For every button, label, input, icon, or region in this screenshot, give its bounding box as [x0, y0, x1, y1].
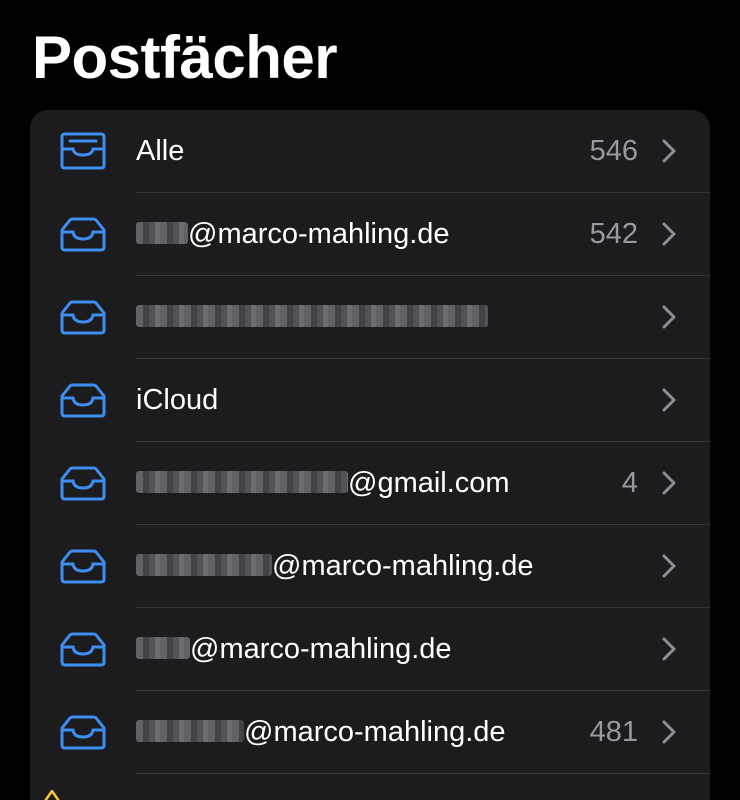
mailbox-label: Alle — [136, 135, 185, 167]
mailbox-domain: @gmail.com — [348, 467, 510, 499]
unread-count: 4 — [621, 467, 638, 499]
mailbox-row-account[interactable]: @marco-mahling.de 481 — [30, 691, 710, 774]
mailbox-domain: @marco-mahling.de — [188, 218, 450, 250]
mailbox-label — [136, 276, 488, 359]
inbox-tray-icon — [58, 712, 108, 752]
chevron-right-icon — [662, 554, 676, 578]
row-separator — [136, 773, 710, 774]
mailbox-row-all[interactable]: Alle 546 — [30, 110, 710, 193]
inbox-tray-icon — [58, 546, 108, 586]
mailbox-label: @marco-mahling.de — [136, 608, 452, 691]
mailbox-domain: @marco-mahling.de — [272, 550, 534, 582]
mailbox-row-account[interactable]: @marco-mahling.de — [30, 608, 710, 691]
chevron-right-icon — [662, 139, 676, 163]
mailbox-row-account[interactable] — [30, 276, 710, 359]
chevron-right-icon — [662, 471, 676, 495]
inbox-tray-icon — [58, 463, 108, 503]
inbox-tray-icon — [58, 297, 108, 337]
mailbox-label: @marco-mahling.de — [136, 193, 450, 276]
chevron-right-icon — [662, 222, 676, 246]
mail-mailboxes-screen: Postfächer Alle 546 @marco-mahling.de 54… — [0, 0, 740, 800]
chevron-right-icon — [662, 305, 676, 329]
mailbox-domain: @marco-mahling.de — [190, 633, 452, 665]
redacted-text — [136, 471, 348, 494]
chevron-right-icon — [662, 388, 676, 412]
mailbox-list: Alle 546 @marco-mahling.de 542 iCloud @g… — [30, 110, 710, 800]
inbox-tray-icon — [58, 380, 108, 420]
page-title: Postfächer — [32, 24, 338, 91]
mailbox-domain: @marco-mahling.de — [244, 716, 506, 748]
mailbox-label: @gmail.com — [136, 442, 510, 525]
unread-count: 542 — [589, 218, 638, 250]
inbox-tray-icon — [58, 214, 108, 254]
chevron-right-icon — [662, 637, 676, 661]
mailbox-label: @marco-mahling.de — [136, 525, 534, 608]
inbox-tray-icon — [58, 131, 108, 171]
inbox-tray-icon — [58, 629, 108, 669]
redacted-text — [136, 720, 244, 743]
mailbox-row-gmail[interactable]: @gmail.com 4 — [30, 442, 710, 525]
mailbox-row-icloud[interactable]: iCloud — [30, 359, 710, 442]
chevron-right-icon — [662, 720, 676, 744]
redacted-text — [136, 305, 488, 328]
redacted-text — [136, 222, 188, 245]
redacted-text — [136, 637, 190, 660]
unread-count: 546 — [589, 135, 638, 167]
mailbox-label: @marco-mahling.de — [136, 691, 506, 774]
unread-count: 481 — [589, 716, 638, 748]
warning-icon — [42, 789, 62, 800]
redacted-text — [136, 554, 272, 577]
mailbox-row-account[interactable]: @marco-mahling.de 542 — [30, 193, 710, 276]
mailbox-row-account[interactable]: @marco-mahling.de — [30, 525, 710, 608]
mailbox-label: iCloud — [136, 384, 219, 416]
